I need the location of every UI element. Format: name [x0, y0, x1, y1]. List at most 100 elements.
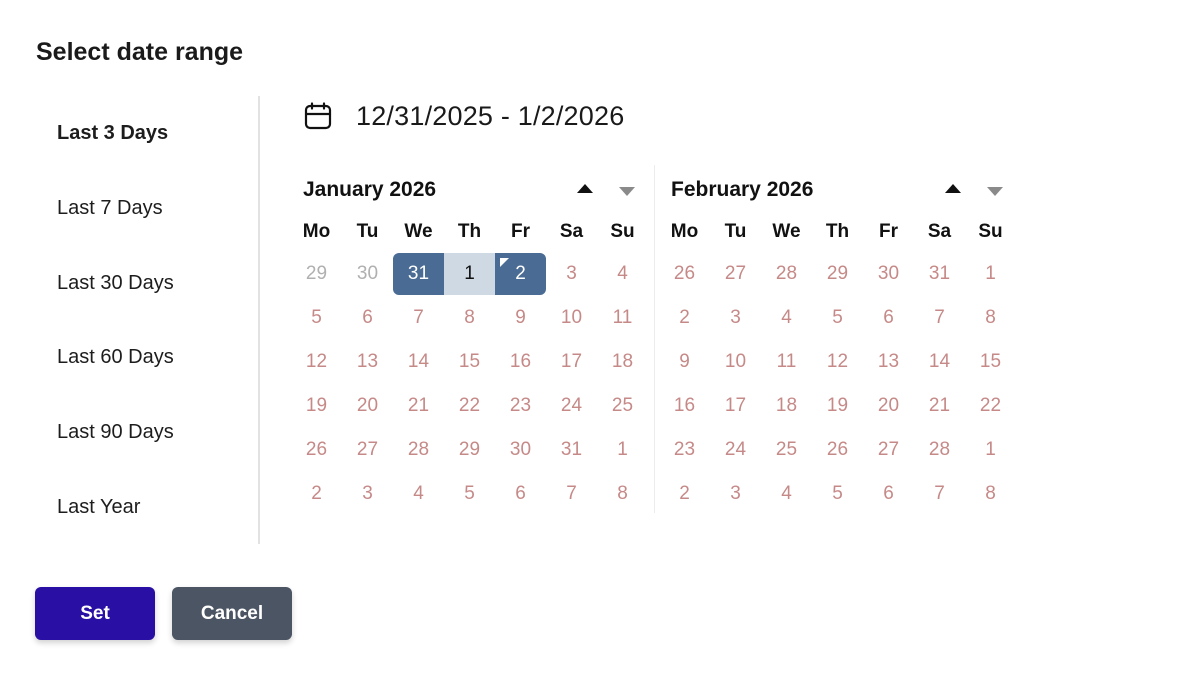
day-cell[interactable]: 7	[546, 472, 597, 516]
day-cell[interactable]: 29	[291, 252, 342, 296]
day-cell[interactable]: 5	[291, 296, 342, 340]
day-cell[interactable]: 27	[342, 428, 393, 472]
day-cell[interactable]: 8	[444, 296, 495, 340]
day-cell[interactable]: 20	[342, 384, 393, 428]
day-cell[interactable]: 31	[393, 252, 444, 296]
day-cell[interactable]: 2	[291, 472, 342, 516]
day-cell[interactable]: 8	[965, 296, 1016, 340]
previous-month-button[interactable]	[943, 182, 963, 198]
day-cell[interactable]: 23	[495, 384, 546, 428]
day-cell[interactable]: 28	[914, 428, 965, 472]
day-cell[interactable]: 1	[597, 428, 648, 472]
calendar-february: February 2026 Mo Tu We Th Fr Sa Su 26 27 28 29 30 3…	[659, 168, 1019, 516]
day-cell[interactable]: 22	[444, 384, 495, 428]
day-cell[interactable]: 23	[659, 428, 710, 472]
day-cell[interactable]: 12	[291, 340, 342, 384]
day-cell[interactable]: 4	[761, 472, 812, 516]
preset-last-60-days[interactable]: Last 60 Days	[57, 346, 174, 369]
day-cell[interactable]: 2	[659, 472, 710, 516]
day-cell[interactable]: 25	[761, 428, 812, 472]
day-cell[interactable]: 7	[914, 296, 965, 340]
day-cell[interactable]: 5	[812, 296, 863, 340]
range-display[interactable]: 12/31/2025 - 1/2/2026	[304, 98, 624, 134]
day-cell[interactable]: 20	[863, 384, 914, 428]
day-cell[interactable]: 7	[914, 472, 965, 516]
previous-month-button[interactable]	[575, 182, 595, 198]
day-cell[interactable]: 27	[863, 428, 914, 472]
day-cell[interactable]: 6	[863, 296, 914, 340]
day-cell[interactable]: 31	[914, 252, 965, 296]
day-cell[interactable]: 9	[659, 340, 710, 384]
day-cell[interactable]: 3	[546, 252, 597, 296]
day-cell[interactable]: 17	[710, 384, 761, 428]
day-cell[interactable]: 19	[291, 384, 342, 428]
day-cell[interactable]: 3	[710, 472, 761, 516]
day-cell[interactable]: 28	[761, 252, 812, 296]
day-cell[interactable]: 26	[659, 252, 710, 296]
day-cell[interactable]: 4	[761, 296, 812, 340]
day-cell[interactable]: 18	[761, 384, 812, 428]
day-cell[interactable]: 8	[597, 472, 648, 516]
day-number: 14	[407, 351, 430, 372]
day-cell[interactable]: 5	[444, 472, 495, 516]
next-month-button[interactable]	[617, 182, 637, 198]
day-cell[interactable]: 26	[291, 428, 342, 472]
day-cell[interactable]: 1	[444, 252, 495, 296]
next-month-button[interactable]	[985, 182, 1005, 198]
day-cell[interactable]: 16	[495, 340, 546, 384]
day-cell[interactable]: 3	[342, 472, 393, 516]
day-cell[interactable]: 13	[863, 340, 914, 384]
day-cell[interactable]: 1	[965, 252, 1016, 296]
weekday-row: Mo Tu We Th Fr Sa Su	[659, 212, 1019, 252]
day-cell[interactable]: 5	[812, 472, 863, 516]
day-cell[interactable]: 24	[546, 384, 597, 428]
day-cell[interactable]: 17	[546, 340, 597, 384]
day-cell[interactable]: 6	[863, 472, 914, 516]
day-cell[interactable]: 10	[546, 296, 597, 340]
day-cell[interactable]: 4	[393, 472, 444, 516]
day-cell[interactable]: 2	[495, 252, 546, 296]
day-cell[interactable]: 25	[597, 384, 648, 428]
day-cell[interactable]: 6	[342, 296, 393, 340]
day-cell[interactable]: 10	[710, 340, 761, 384]
preset-last-year[interactable]: Last Year	[57, 496, 140, 519]
day-cell[interactable]: 21	[393, 384, 444, 428]
day-cell[interactable]: 14	[914, 340, 965, 384]
day-cell[interactable]: 11	[597, 296, 648, 340]
day-cell[interactable]: 18	[597, 340, 648, 384]
preset-last-30-days[interactable]: Last 30 Days	[57, 272, 174, 295]
day-cell[interactable]: 3	[710, 296, 761, 340]
day-cell[interactable]: 29	[444, 428, 495, 472]
day-cell[interactable]: 21	[914, 384, 965, 428]
cancel-button[interactable]: Cancel	[172, 587, 292, 640]
day-cell[interactable]: 30	[342, 252, 393, 296]
day-cell[interactable]: 1	[965, 428, 1016, 472]
day-cell[interactable]: 6	[495, 472, 546, 516]
day-cell[interactable]: 22	[965, 384, 1016, 428]
preset-last-90-days[interactable]: Last 90 Days	[57, 421, 174, 444]
day-cell[interactable]: 12	[812, 340, 863, 384]
day-cell[interactable]: 15	[965, 340, 1016, 384]
day-cell[interactable]: 28	[393, 428, 444, 472]
day-cell[interactable]: 30	[863, 252, 914, 296]
day-cell[interactable]: 31	[546, 428, 597, 472]
day-cell[interactable]: 29	[812, 252, 863, 296]
day-cell[interactable]: 16	[659, 384, 710, 428]
day-cell[interactable]: 7	[393, 296, 444, 340]
day-cell[interactable]: 24	[710, 428, 761, 472]
day-cell[interactable]: 15	[444, 340, 495, 384]
set-button[interactable]: Set	[35, 587, 155, 640]
preset-last-7-days[interactable]: Last 7 Days	[57, 197, 163, 220]
day-cell[interactable]: 13	[342, 340, 393, 384]
day-cell[interactable]: 14	[393, 340, 444, 384]
day-cell[interactable]: 19	[812, 384, 863, 428]
day-cell[interactable]: 11	[761, 340, 812, 384]
preset-last-3-days[interactable]: Last 3 Days	[57, 122, 168, 145]
day-cell[interactable]: 2	[659, 296, 710, 340]
day-cell[interactable]: 9	[495, 296, 546, 340]
day-cell[interactable]: 4	[597, 252, 648, 296]
day-cell[interactable]: 27	[710, 252, 761, 296]
day-cell[interactable]: 8	[965, 472, 1016, 516]
day-cell[interactable]: 30	[495, 428, 546, 472]
day-cell[interactable]: 26	[812, 428, 863, 472]
